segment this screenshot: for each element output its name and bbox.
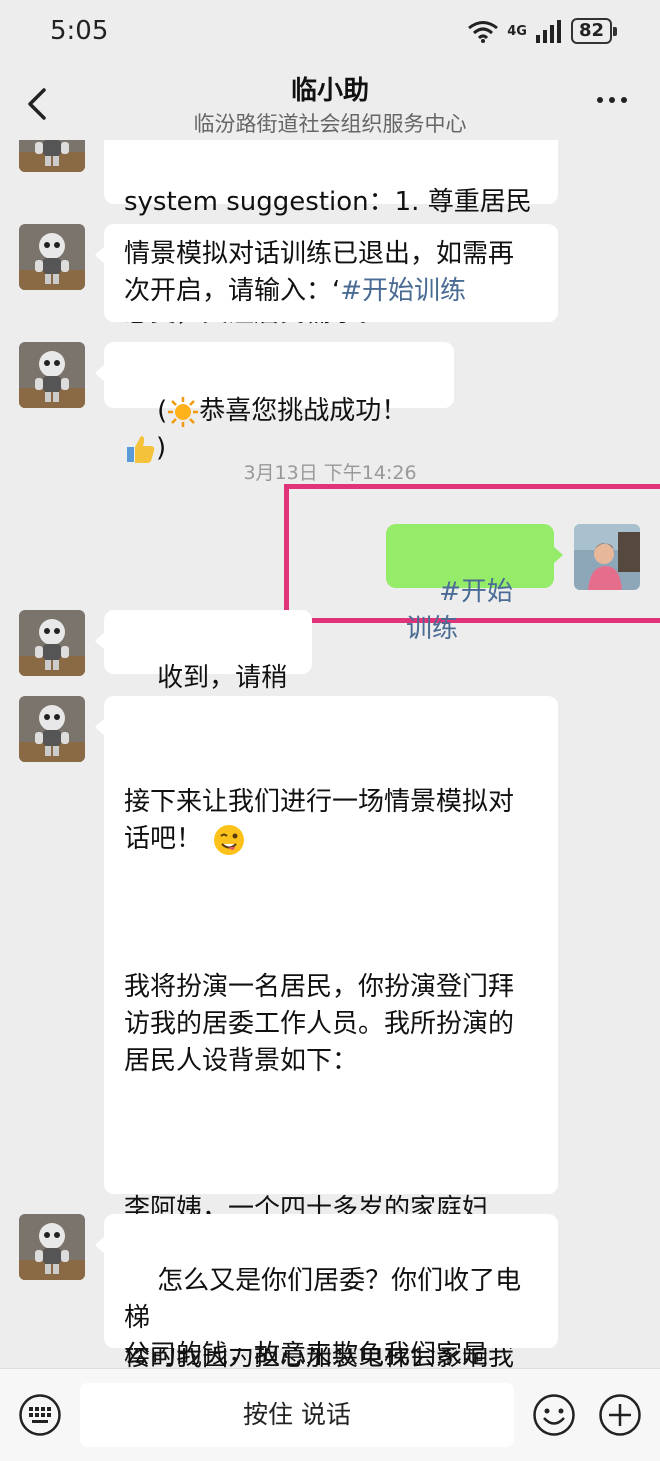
wink-emoji-icon — [214, 824, 245, 855]
hashtag-link[interactable]: #开始训练 — [340, 276, 466, 306]
message-text: 我将扮演一名居民，你扮演登门拜 访我的居委工作人员。我所扮演的 居民人设背景如下… — [124, 972, 515, 1076]
message-bubble[interactable]: system suggestion：1. 尊重居民 感受，关注居民需求。 — [104, 140, 558, 328]
hold-to-talk-button[interactable]: 按住 说话 — [80, 1383, 514, 1447]
message-text: 怎么又是你们居委？你们收了电梯 公司的钱，故意来欺负我们家是 吗？ — [124, 1266, 522, 1368]
status-bar: 5:05 4G 82 — [0, 0, 660, 64]
bot-avatar[interactable] — [19, 140, 85, 172]
message-text: ( — [157, 396, 168, 426]
message-bubble[interactable]: 收到，请稍候 — [95, 610, 312, 730]
bot-avatar[interactable] — [19, 610, 85, 676]
message-timestamp: 3月13日 下午14:26 — [243, 462, 417, 484]
user-avatar[interactable] — [574, 524, 640, 590]
status-time: 5:05 — [50, 16, 109, 46]
signal-icon — [535, 20, 561, 43]
bot-avatar[interactable] — [19, 224, 85, 290]
chat-header: 临小助 临汾路街道社会组织服务中心 — [0, 64, 660, 140]
bot-avatar[interactable] — [19, 696, 85, 762]
message-bubble[interactable]: (恭喜您挑战成功！) — [95, 342, 454, 463]
input-bar: 按住 说话 — [0, 1368, 660, 1461]
sun-emoji-icon — [168, 396, 199, 427]
keyboard-icon[interactable] — [18, 1393, 62, 1437]
status-icons: 4G 82 — [467, 18, 618, 44]
message-bubble[interactable]: 接下来让我们进行一场情景模拟对 话吧！ 我将扮演一名居民，你扮演登门拜 访我的居… — [95, 696, 558, 1368]
message-text: 恭喜您挑战成功！ — [199, 396, 408, 426]
network-label: 4G — [507, 23, 527, 39]
chat-subtitle: 临汾路街道社会组织服务中心 — [193, 112, 467, 136]
my-message-bubble[interactable]: #开始训练 — [386, 524, 563, 644]
message-list[interactable]: system suggestion：1. 尊重居民 感受，关注居民需求。 情景模… — [0, 140, 660, 1368]
message-text: #开始训练 — [406, 577, 513, 644]
bot-avatar[interactable] — [19, 1214, 85, 1280]
message-bubble[interactable]: 情景模拟对话训练已退出，如需再 次开启，请输入：‘#开始训练 — [95, 224, 558, 322]
wifi-icon — [468, 21, 499, 43]
more-icon[interactable] — [596, 90, 628, 110]
battery-indicator: 82 — [570, 18, 618, 44]
message-bubble[interactable]: 怎么又是你们居委？你们收了电梯 公司的钱，故意来欺负我们家是 吗？ — [95, 1214, 558, 1368]
message-text: system suggestion：1. 尊重居民 — [124, 187, 532, 217]
chat-title: 临小助 — [290, 76, 369, 106]
message-text: 接下来让我们进行一场情景模拟对 话吧！ — [124, 787, 515, 854]
bot-avatar[interactable] — [19, 342, 85, 408]
emoji-icon[interactable] — [532, 1393, 576, 1437]
plus-icon[interactable] — [598, 1393, 642, 1437]
